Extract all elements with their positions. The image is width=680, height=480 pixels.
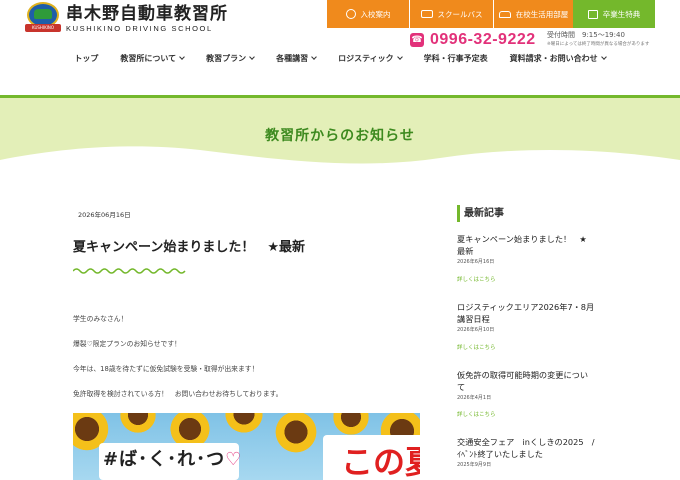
nav-graduate-benefits-button[interactable]: 卒業生特典 [573,0,655,28]
chevron-down-icon [249,54,255,60]
main-nav: トップ 教習所について 教習プラン 各種講習 ロジスティック 学科・行事予定表 … [0,53,680,64]
chevron-down-icon [179,54,185,60]
business-hours: 受付時間 9:15～19:40 ※曜日によっては終了時間が異なる場合があります [547,31,650,47]
recent-post-title[interactable]: 交通安全フェア inくしきの2025 /ｲﾍﾞﾝﾄ終了いたしました [457,437,617,460]
car-icon [498,10,511,18]
school-emblem-icon: KUSHIKINO DRIVING [25,2,61,38]
site-logo[interactable]: KUSHIKINO DRIVING 串木野自動車教習所 KUSHIKINO DR… [25,2,228,38]
nav-item-courses[interactable]: 各種講習 [265,53,327,64]
chevron-down-icon [396,54,403,60]
article-paragraph: 爆裂♡限定プランのお知らせです！ [73,340,181,348]
gift-icon [587,9,598,19]
recent-post-date: 2026年6月10日 [457,327,495,333]
recent-post-item[interactable]: 仮免許の取得可能時期の変更について 2026年4月1日 [457,370,617,401]
read-more-link[interactable]: 詳しくはこちら [457,410,496,418]
utility-nav: 入校案内 スクールバス 在校生活用部屋 卒業生特典 [327,0,655,28]
recent-post-title[interactable]: ロジスティックエリア2026年7・8月 講習日程 [457,302,617,325]
site-header: KUSHIKINO DRIVING 串木野自動車教習所 KUSHIKINO DR… [0,0,680,95]
recent-post-item[interactable]: ロジスティックエリア2026年7・8月 講習日程 2026年6月10日 [457,302,617,333]
nav-item-schedule[interactable]: 学科・行事予定表 [413,53,499,64]
nav-item-contact[interactable]: 資料請求・お問い合わせ [499,53,617,64]
nav-item-logistics[interactable]: ロジスティック [327,53,413,64]
read-more-link[interactable]: 詳しくはこちら [457,275,496,283]
recent-post-title[interactable]: 夏キャンペーン始まりました！ ★ 最新 [457,234,617,257]
article-date: 2026年06月16日 [78,211,131,219]
sidebar-heading: 最新記事 [457,205,504,222]
recent-post-item[interactable]: 交通安全フェア inくしきの2025 /ｲﾍﾞﾝﾄ終了いたしました 2025年9… [457,437,617,468]
nav-school-bus-button[interactable]: スクールバス [409,0,493,28]
recent-post-item[interactable]: 夏キャンペーン始まりました！ ★ 最新 2026年6月16日 [457,234,617,265]
site-name: 串木野自動車教習所 [66,3,228,24]
nav-item-about[interactable]: 教習所について [109,53,195,64]
campaign-banner-image: #ば･く･れ･つ♡ この夏、 [73,413,420,480]
steering-wheel-icon [345,9,356,19]
read-more-link[interactable]: 詳しくはこちら [457,343,496,351]
nav-students-room-button[interactable]: 在校生活用部屋 [493,0,573,28]
recent-post-title[interactable]: 仮免許の取得可能時期の変更について [457,370,617,393]
banner-headline: この夏、 [341,443,420,480]
page-title: 教習所からのお知らせ [265,128,415,144]
article-paragraph: 免許取得を検討されている方！ お問い合わせお待ちしております。 [73,390,283,398]
title-wave-divider [73,268,186,274]
recent-post-date: 2026年4月1日 [457,395,492,401]
nav-item-plans[interactable]: 教習プラン [195,53,265,64]
chevron-down-icon [311,54,317,60]
page-hero: 教習所からのお知らせ [0,95,680,170]
nav-admission-button[interactable]: 入校案内 [327,0,409,28]
nav-item-top[interactable]: トップ [63,53,109,64]
phone-number: 0996-32-9222 [430,31,536,48]
recent-post-date: 2025年9月9日 [457,462,492,468]
article-paragraph: 学生のみなさん！ [73,315,128,323]
recent-post-date: 2026年6月16日 [457,259,495,265]
banner-hashtag: #ば･く･れ･つ♡ [103,449,243,470]
bus-icon [420,10,433,18]
site-name-en: KUSHIKINO DRIVING SCHOOL [66,23,213,33]
phone-icon: ☎ [410,33,424,47]
phone-contact[interactable]: ☎ 0996-32-9222 [410,31,536,49]
article-paragraph: 今年は、18歳を待たずに仮免試験を受験・取得が出来ます！ [73,365,259,373]
chevron-down-icon [600,54,607,60]
article-title: 夏キャンペーン始まりました！ ★最新 [73,240,306,255]
